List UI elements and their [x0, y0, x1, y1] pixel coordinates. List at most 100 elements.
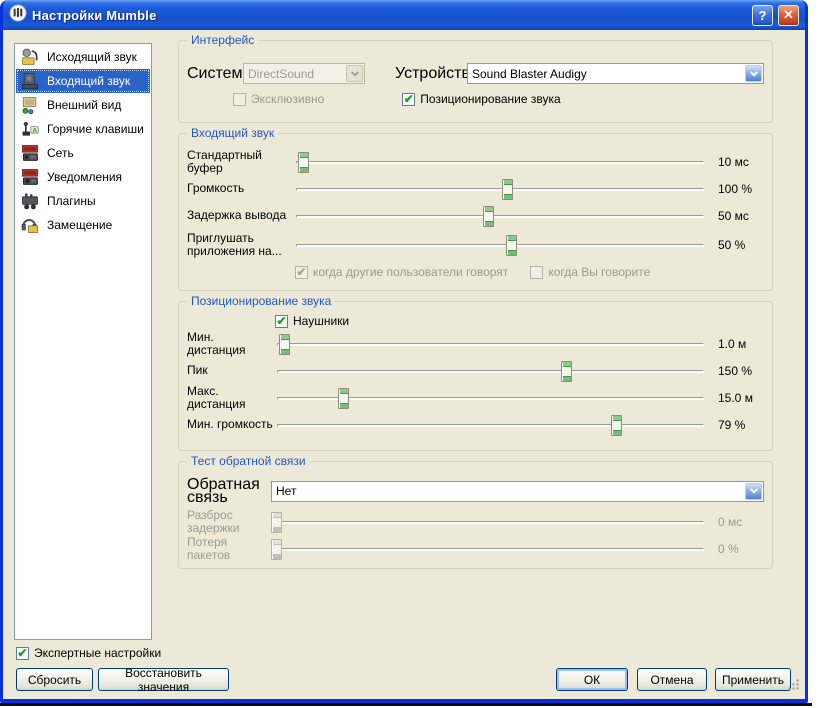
positional-audio-checkbox[interactable]: ✔ Позиционирование звука [402, 92, 560, 106]
slider [271, 538, 706, 560]
close-button[interactable]: ✕ [778, 5, 799, 26]
slider-label: Приглушать приложения на... [187, 232, 294, 258]
slider[interactable] [275, 414, 706, 436]
incoming-audio-icon [18, 70, 42, 92]
cancel-button[interactable]: Отмена [637, 668, 707, 691]
slider-thumb[interactable] [279, 334, 290, 355]
reset-button[interactable]: Сбросить [16, 668, 93, 691]
slider[interactable] [294, 234, 706, 256]
device-select[interactable]: Sound Blaster Audigy [467, 63, 764, 84]
slider[interactable] [275, 333, 706, 355]
sidebar-item-label: Внешний вид [47, 98, 121, 112]
help-button[interactable]: ? [752, 5, 773, 26]
positional-group-title: Позиционирование звука [187, 294, 335, 308]
titlebar[interactable]: Настройки Mumble ? ✕ [3, 0, 805, 30]
sidebar-item-network[interactable]: Сеть [16, 141, 150, 165]
attenuate-you-label: когда Вы говорите [548, 265, 650, 279]
slider-value: 0 % [706, 542, 764, 556]
slider-track[interactable] [277, 343, 704, 346]
slider-value: 1.0 м [706, 337, 764, 351]
overlay-icon [18, 214, 42, 236]
category-list: Исходящий звук Входящий звук Внешний вид… [14, 43, 152, 640]
checkbox-box [530, 266, 543, 279]
ok-button[interactable]: ОК [556, 668, 628, 691]
slider[interactable] [294, 205, 706, 227]
attenuate-others-checkbox: ✔ когда другие пользователи говорят [295, 265, 508, 279]
close-icon: ✕ [783, 7, 794, 23]
slider-thumb[interactable] [611, 415, 622, 436]
min-distance-slider-row: Мин. дистанция 1.0 м [187, 330, 764, 357]
slider-thumb[interactable] [338, 388, 349, 409]
check-icon: ✔ [404, 93, 414, 105]
input-audio-group: Входящий звук Стандартный буфер 10 мс Гр… [178, 133, 773, 291]
sidebar-item-label: Замещение [47, 218, 112, 232]
slider-track[interactable] [296, 244, 704, 247]
chevron-down-icon[interactable] [745, 483, 762, 500]
feedback-select[interactable]: Нет [271, 481, 764, 502]
restore-defaults-button[interactable]: Восстановить значения [98, 668, 229, 691]
mumble-app-icon [9, 4, 27, 27]
bloom-slider-row: Пик 150 % [187, 357, 764, 384]
interface-group: Интерфейс Система DirectSound Устройство… [178, 40, 773, 123]
output-delay-slider-row: Задержка вывода 50 мс [187, 202, 764, 229]
slider-label: Задержка вывода [187, 209, 294, 222]
sidebar-item-notifications[interactable]: Уведомления [16, 165, 150, 189]
sidebar-item-outgoing-audio[interactable]: Исходящий звук [16, 45, 150, 69]
slider[interactable] [275, 387, 706, 409]
check-icon: ✔ [276, 315, 286, 327]
chevron-down-icon[interactable] [745, 65, 762, 82]
attenuate-apps-slider-row: Приглушать приложения на... 50 % [187, 229, 764, 261]
slider-value: 0 мс [706, 515, 764, 529]
slider-track[interactable] [277, 370, 704, 373]
sidebar-item-label: Входящий звук [47, 74, 130, 88]
feedback-value: Нет [272, 484, 744, 498]
slider-track[interactable] [296, 188, 704, 191]
packet-delay-slider-row: Разброс задержки 0 мс [187, 508, 764, 535]
sidebar-item-label: Плагины [47, 194, 96, 208]
slider-value: 10 мс [706, 155, 764, 169]
expert-settings-checkbox[interactable]: ✔ Экспертные настройки [16, 646, 161, 660]
slider-track[interactable] [277, 424, 704, 427]
checkbox-box: ✔ [16, 647, 29, 660]
slider-thumb[interactable] [502, 179, 513, 200]
slider-thumb[interactable] [483, 206, 494, 227]
shortcuts-icon: A [18, 118, 42, 140]
sidebar-item-label: Уведомления [47, 170, 122, 184]
slider-label: Мин. дистанция [187, 331, 275, 357]
sidebar-item-plugins[interactable]: Плагины [16, 189, 150, 213]
checkbox-box: ✔ [275, 315, 288, 328]
slider-thumb[interactable] [506, 235, 517, 256]
window-bottom-shadow [0, 703, 812, 706]
slider-track[interactable] [296, 215, 704, 218]
sidebar-item-incoming-audio[interactable]: Входящий звук [16, 69, 150, 93]
headphones-checkbox[interactable]: ✔ Наушники [275, 314, 349, 328]
sidebar-item-overlay[interactable]: Замещение [16, 213, 150, 237]
notifications-icon [18, 166, 42, 188]
slider-value: 100 % [706, 182, 764, 196]
slider-value: 150 % [706, 364, 764, 378]
device-value: Sound Blaster Audigy [468, 67, 744, 81]
loopback-test-group: Тест обратной связи Обратная связь Нет Р… [178, 461, 773, 569]
slider-label: Стандартный буфер [187, 149, 294, 175]
sidebar-item-appearance[interactable]: Внешний вид [16, 93, 150, 117]
default-jitter-slider-row: Стандартный буфер 10 мс [187, 148, 764, 175]
slider[interactable] [275, 360, 706, 382]
slider-label: Пик [187, 364, 275, 377]
slider [271, 511, 706, 533]
interface-group-title: Интерфейс [187, 33, 258, 47]
slider-thumb[interactable] [561, 361, 572, 382]
slider-value: 50 % [706, 238, 764, 252]
apply-button[interactable]: Применить [715, 668, 791, 691]
slider-thumb [271, 539, 282, 560]
slider-thumb[interactable] [298, 152, 309, 173]
slider[interactable] [294, 178, 706, 200]
exclusive-label: Эксклюзивно [251, 92, 324, 106]
slider-track[interactable] [296, 161, 704, 164]
resize-grip[interactable] [787, 678, 800, 696]
packet-loss-slider-row: Потеря пакетов 0 % [187, 535, 764, 562]
sidebar-item-shortcuts[interactable]: A Горячие клавиши [16, 117, 150, 141]
attenuate-you-checkbox: когда Вы говорите [530, 265, 650, 279]
slider[interactable] [294, 151, 706, 173]
slider-thumb [271, 512, 282, 533]
slider-label: Разброс задержки [187, 509, 271, 535]
